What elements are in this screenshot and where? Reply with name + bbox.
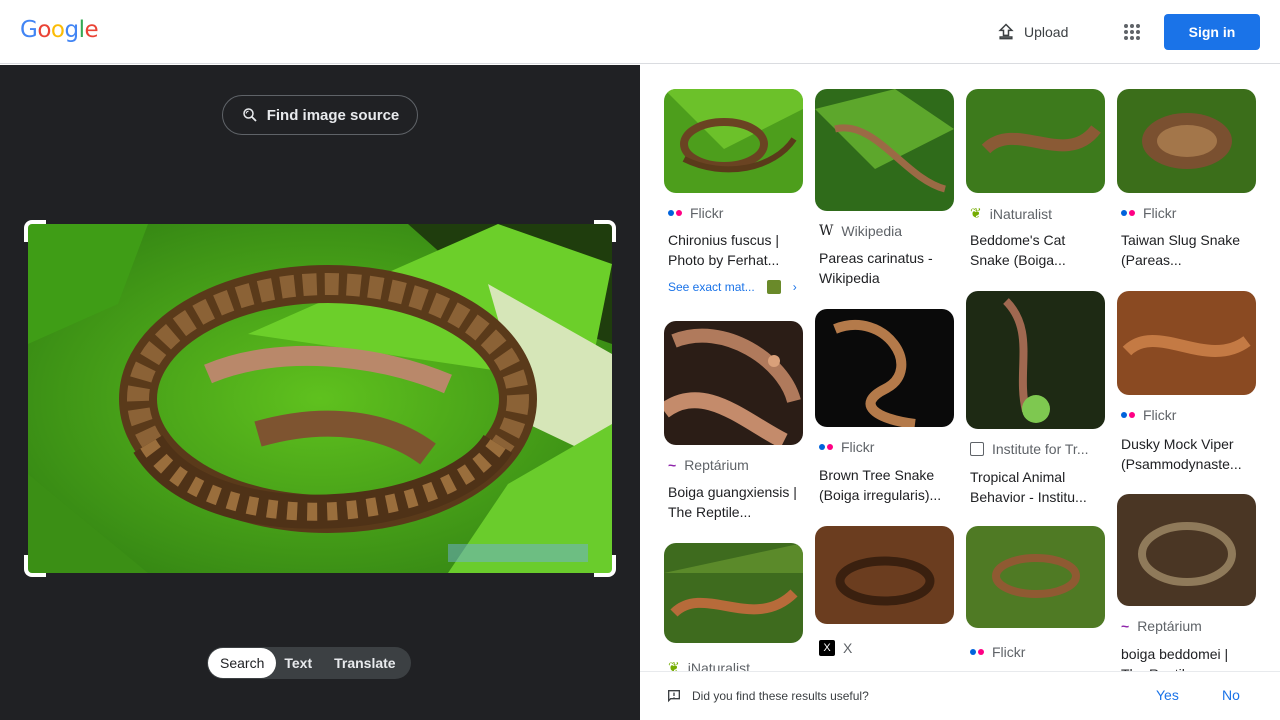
- feedback-no-button[interactable]: No: [1222, 687, 1240, 703]
- crop-handle-top-left[interactable]: [24, 220, 46, 242]
- feedback-yes-button[interactable]: Yes: [1156, 687, 1179, 703]
- result-thumbnail[interactable]: [1117, 494, 1256, 606]
- result-title[interactable]: Pareas carinatus - Wikipedia: [819, 248, 951, 288]
- tab-translate[interactable]: Translate: [326, 648, 409, 678]
- result-source: Flickr: [668, 205, 800, 221]
- result-source-name: Flickr: [690, 205, 724, 221]
- result-thumbnail[interactable]: [664, 89, 803, 193]
- result-thumbnail[interactable]: [815, 89, 954, 211]
- lens-search-icon: [242, 108, 257, 122]
- tab-text[interactable]: Text: [276, 648, 326, 678]
- flickr-icon: [1121, 210, 1135, 216]
- logo-letter: G: [20, 17, 38, 43]
- result-source: Flickr: [970, 644, 1102, 660]
- result-source: Institute for Tr...: [970, 441, 1102, 457]
- result-thumbnail[interactable]: [1117, 89, 1256, 193]
- result-source: ~ Reptárium: [1121, 618, 1253, 634]
- result-source-name: X: [843, 640, 853, 656]
- flickr-icon: [970, 649, 984, 655]
- result-source-name: iNaturalist: [989, 205, 1052, 222]
- reptarium-icon: ~: [1121, 618, 1130, 634]
- crop-selection[interactable]: [24, 220, 616, 577]
- result-source: ~ Reptárium: [668, 457, 800, 473]
- inaturalist-icon: ❦: [668, 659, 680, 671]
- result-title[interactable]: Brown Tree Snake (Boiga irregularis)...: [819, 465, 951, 505]
- result-title[interactable]: Tropical Animal Behavior - Institu...: [970, 467, 1102, 507]
- upload-label: Upload: [1024, 24, 1069, 40]
- result-source-name: Institute for Tr...: [992, 441, 1089, 457]
- find-image-source-button[interactable]: Find image source: [222, 95, 418, 135]
- result-title[interactable]: Chironius fuscus | Photo by Ferhat...: [668, 230, 800, 270]
- result-thumbnail[interactable]: [664, 321, 803, 445]
- result-thumbnail[interactable]: [815, 526, 954, 624]
- result-source-name: iNaturalist: [687, 659, 750, 672]
- feedback-icon: [668, 690, 680, 703]
- sign-in-button[interactable]: Sign in: [1164, 14, 1260, 50]
- result-source-name: Flickr: [841, 439, 875, 455]
- tab-search[interactable]: Search: [208, 648, 277, 678]
- result-source-name: Flickr: [992, 644, 1026, 660]
- crop-handle-bottom-right[interactable]: [594, 555, 616, 577]
- find-image-source-label: Find image source: [266, 106, 400, 124]
- flickr-icon: [1121, 412, 1135, 418]
- result-source: Flickr: [1121, 407, 1253, 423]
- logo-letter: o: [50, 17, 65, 43]
- result-source: ❦ iNaturalist: [668, 659, 800, 671]
- feedback-question: Did you find these results useful?: [666, 688, 869, 704]
- result-title[interactable]: Taiwan Slug Snake (Pareas...: [1121, 230, 1253, 270]
- flickr-icon: [819, 444, 833, 450]
- flickr-icon: [668, 210, 682, 216]
- result-thumbnail[interactable]: [1117, 291, 1256, 395]
- result-source-name: Reptárium: [684, 457, 749, 473]
- result-source-name: Flickr: [1143, 407, 1177, 423]
- result-source-name: Flickr: [1143, 205, 1177, 221]
- upload-icon: [998, 23, 1014, 40]
- top-bar: Google Upload Sign in: [0, 0, 1280, 64]
- mode-switcher: Search Text Translate: [207, 647, 411, 679]
- x-icon: X: [819, 640, 835, 656]
- see-exact-matches-link[interactable]: See exact mat... ›: [668, 280, 797, 294]
- google-logo[interactable]: Google: [20, 17, 99, 43]
- query-image-panel: Find image source Search Text Translate: [0, 65, 640, 720]
- see-exact-matches-label: See exact mat...: [668, 280, 755, 294]
- crop-handle-bottom-left[interactable]: [24, 555, 46, 577]
- result-thumbnail[interactable]: [966, 89, 1105, 193]
- logo-letter: o: [37, 17, 51, 43]
- inaturalist-icon: ❦: [970, 205, 982, 221]
- result-source-name: Wikipedia: [841, 223, 903, 239]
- logo-letter: g: [64, 17, 79, 43]
- apps-grid-icon: [1124, 24, 1140, 40]
- feedback-question-text: Did you find these results useful?: [692, 689, 869, 703]
- result-thumbnail[interactable]: [966, 526, 1105, 628]
- exact-match-thumb: [766, 280, 781, 294]
- wikipedia-icon: W: [819, 223, 834, 239]
- result-thumbnail[interactable]: [966, 291, 1105, 429]
- query-snake-image: [28, 224, 612, 573]
- upload-button[interactable]: Upload: [988, 16, 1076, 48]
- chevron-right-icon: ›: [792, 280, 797, 294]
- result-source: Flickr: [819, 439, 951, 455]
- result-source: Flickr: [1121, 205, 1253, 221]
- result-source: ❦ iNaturalist: [970, 205, 1102, 222]
- result-title[interactable]: Beddome's Cat Snake (Boiga...: [970, 230, 1102, 270]
- result-source: X X: [819, 640, 951, 656]
- result-title[interactable]: boiga beddomei | The Reptil...: [1121, 644, 1253, 671]
- result-thumbnail[interactable]: [664, 543, 803, 643]
- result-title[interactable]: Boiga guangxiensis | The Reptile...: [668, 482, 800, 522]
- result-source-name: Reptárium: [1137, 618, 1202, 634]
- visual-matches-grid: Flickr Chironius fuscus | Photo by Ferha…: [640, 65, 1280, 671]
- feedback-bar: Did you find these results useful? Yes N…: [640, 671, 1280, 720]
- crop-handle-top-right[interactable]: [594, 220, 616, 242]
- google-apps-button[interactable]: [1116, 16, 1148, 48]
- result-source: W Wikipedia: [819, 223, 951, 239]
- result-title[interactable]: Dusky Mock Viper (Psammodynaste...: [1121, 434, 1253, 474]
- logo-letter: e: [84, 17, 99, 43]
- result-thumbnail[interactable]: [815, 309, 954, 427]
- institute-icon: [970, 442, 984, 456]
- reptarium-icon: ~: [668, 457, 677, 473]
